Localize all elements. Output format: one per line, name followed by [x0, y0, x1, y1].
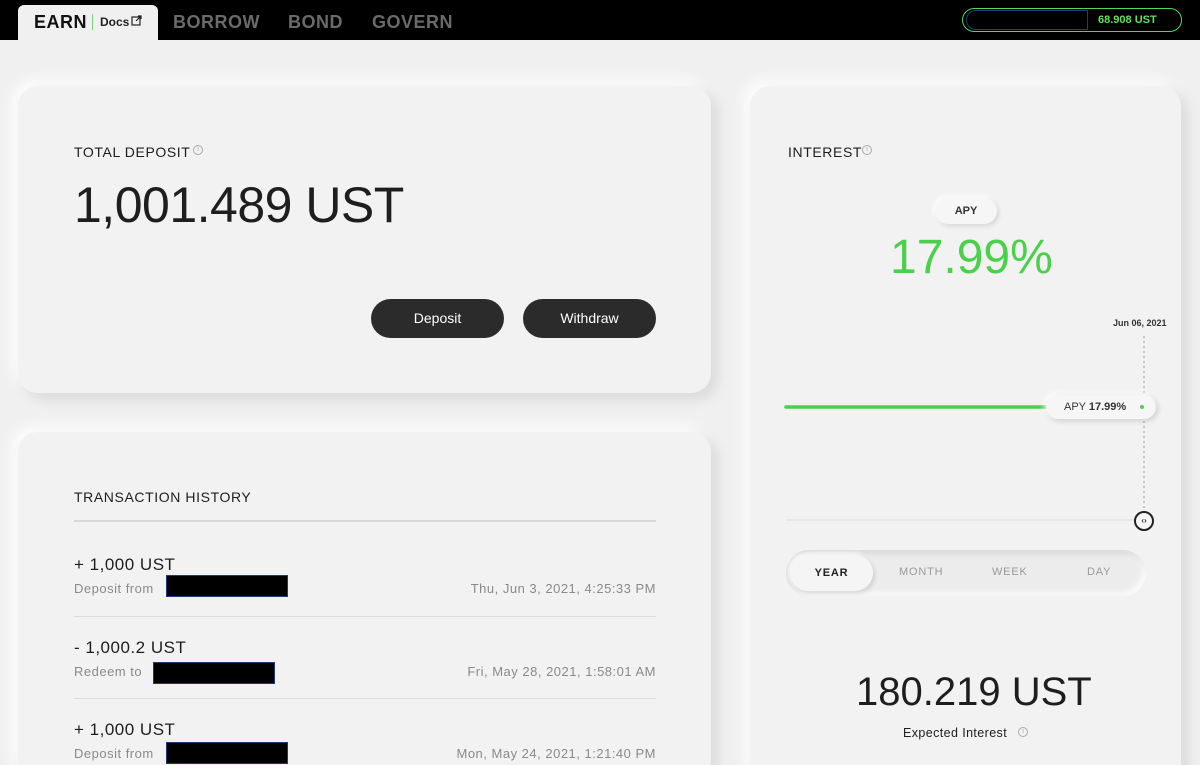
docs-link[interactable]: Docs	[100, 15, 129, 29]
withdraw-button[interactable]: Withdraw	[523, 299, 656, 338]
tx-description: Redeem to	[74, 664, 143, 679]
apy-tooltip: APY 17.99%	[1046, 395, 1156, 419]
deposit-button[interactable]: Deposit	[371, 299, 504, 338]
redacted-address	[166, 575, 288, 597]
external-link-icon[interactable]	[131, 15, 142, 26]
tx-date: Mon, May 24, 2021, 1:21:40 PM	[456, 746, 656, 761]
info-icon[interactable]: i	[1018, 727, 1028, 737]
tooltip-dot	[1140, 405, 1144, 409]
tx-description: Deposit from	[74, 746, 154, 761]
total-deposit-label: TOTAL DEPOSIT	[74, 144, 191, 160]
period-month-button[interactable]: MONTH	[899, 566, 943, 578]
tooltip-value: 17.99%	[1088, 401, 1127, 413]
tooltip-label: APY	[1064, 401, 1086, 413]
total-deposit-amount: 1,001.489 UST	[74, 177, 404, 233]
divider	[74, 698, 656, 699]
tab-bond[interactable]: BOND	[288, 12, 343, 33]
tx-date: Fri, May 28, 2021, 1:58:01 AM	[467, 664, 656, 679]
expected-interest-amount: 180.219 UST	[856, 670, 1092, 714]
interest-label: INTEREST	[788, 144, 863, 160]
tx-amount: + 1,000 UST	[74, 555, 176, 574]
redacted-address	[166, 742, 288, 764]
divider	[74, 520, 656, 522]
chart-drag-handle[interactable]: ‹›	[1134, 511, 1154, 531]
tab-borrow[interactable]: BORROW	[173, 12, 260, 33]
info-icon[interactable]: i	[193, 145, 203, 155]
chart-date-label: Jun 06, 2021	[1113, 318, 1167, 328]
total-deposit-card	[18, 86, 711, 393]
tx-description: Deposit from	[74, 581, 154, 596]
apy-value: 17.99%	[890, 231, 1053, 284]
period-week-button[interactable]: WEEK	[992, 566, 1028, 578]
tab-earn-label[interactable]: EARN	[34, 12, 87, 33]
apy-pill: APY	[935, 198, 997, 224]
tab-separator	[92, 14, 93, 30]
divider	[74, 616, 656, 617]
redacted-address	[153, 662, 275, 684]
info-icon[interactable]: i	[862, 145, 872, 155]
tx-amount: + 1,000 UST	[74, 720, 176, 739]
tx-date: Thu, Jun 3, 2021, 4:25:33 PM	[470, 581, 656, 596]
tab-govern[interactable]: GOVERN	[372, 12, 453, 33]
wallet-balance: 68.908 UST	[1098, 14, 1157, 26]
period-day-button[interactable]: DAY	[1087, 566, 1111, 578]
transaction-history-title: TRANSACTION HISTORY	[74, 489, 252, 505]
period-year-button[interactable]: YEAR	[790, 555, 873, 591]
tx-amount: - 1,000.2 UST	[74, 638, 187, 657]
apy-chart[interactable]	[780, 330, 1160, 530]
transaction-history-card	[18, 432, 711, 765]
wallet-address-redacted	[966, 10, 1088, 30]
expected-interest-label: Expected Interest	[903, 726, 1008, 740]
